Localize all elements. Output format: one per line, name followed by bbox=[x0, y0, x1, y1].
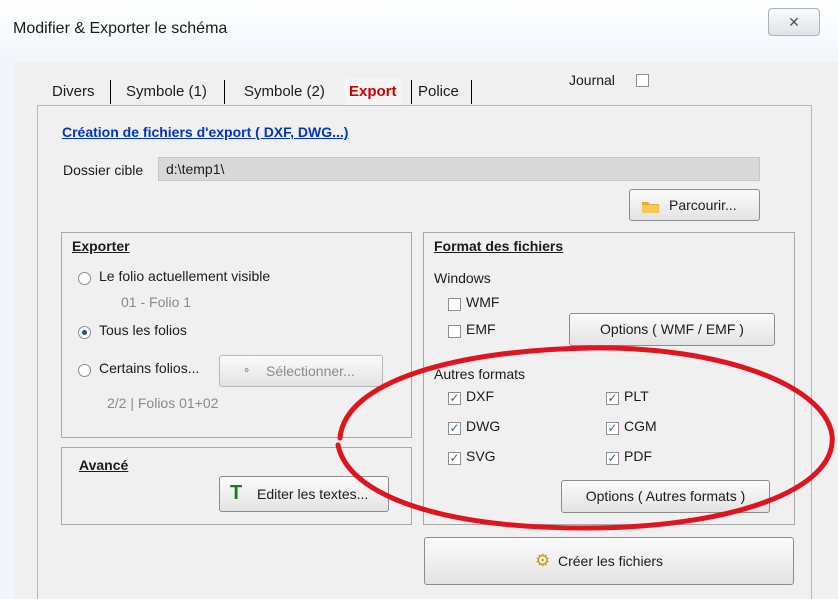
radio-visible-folio-label[interactable]: Le folio actuellement visible bbox=[99, 268, 270, 284]
close-button[interactable]: ✕ bbox=[768, 8, 820, 36]
journal-label: Journal bbox=[569, 72, 615, 88]
windows-label: Windows bbox=[434, 270, 491, 286]
tab-symbole-2[interactable]: Symbole (2) bbox=[240, 79, 329, 105]
radio-some-folios[interactable] bbox=[78, 364, 91, 377]
browse-button[interactable]: Parcourir... bbox=[629, 189, 760, 221]
tab-separator bbox=[224, 80, 225, 104]
close-icon: ✕ bbox=[788, 14, 800, 30]
export-section-link[interactable]: Création de fichiers d'export ( DXF, DWG… bbox=[62, 124, 348, 140]
radio-some-folios-label[interactable]: Certains folios... bbox=[99, 360, 199, 376]
dossier-cible-field[interactable]: d:\temp1\ bbox=[158, 157, 760, 181]
tab-export[interactable]: Export bbox=[345, 79, 401, 105]
radio-visible-folio[interactable] bbox=[78, 272, 91, 285]
journal-checkbox[interactable] bbox=[636, 74, 649, 87]
gears-icon: ⚙ bbox=[535, 551, 551, 570]
window-frame bbox=[0, 62, 15, 599]
some-folios-info: 2/2 | Folios 01+02 bbox=[107, 395, 219, 411]
select-icon: ⚬ bbox=[242, 365, 252, 377]
tab-separator bbox=[110, 80, 111, 104]
wmf-label: WMF bbox=[466, 294, 500, 310]
create-files-label: Créer les fichiers bbox=[558, 553, 664, 569]
radio-all-folios-label[interactable]: Tous les folios bbox=[99, 322, 187, 338]
tab-symbole-1[interactable]: Symbole (1) bbox=[122, 79, 211, 105]
browse-label: Parcourir... bbox=[669, 197, 737, 213]
radio-all-folios[interactable] bbox=[78, 326, 91, 339]
format-title: Format des fichiers bbox=[434, 238, 564, 254]
create-files-button[interactable]: ⚙ Créer les fichiers bbox=[424, 537, 794, 585]
dossier-label: Dossier cible bbox=[63, 162, 144, 178]
visible-folio-info: 01 - Folio 1 bbox=[121, 294, 192, 310]
window-title: Modifier & Exporter le schéma bbox=[13, 20, 228, 37]
tab-police[interactable]: Police bbox=[414, 79, 463, 105]
radio-selected-dot bbox=[82, 330, 87, 335]
avance-title: Avancé bbox=[79, 457, 129, 473]
tab-separator bbox=[411, 80, 412, 104]
exporter-title: Exporter bbox=[72, 238, 130, 254]
tab-separator bbox=[471, 80, 472, 104]
folder-icon bbox=[642, 202, 660, 213]
text-icon: T bbox=[230, 482, 243, 504]
red-annotation-ellipse bbox=[335, 345, 835, 531]
wmf-checkbox[interactable] bbox=[448, 298, 461, 311]
tab-divers[interactable]: Divers bbox=[48, 79, 99, 105]
